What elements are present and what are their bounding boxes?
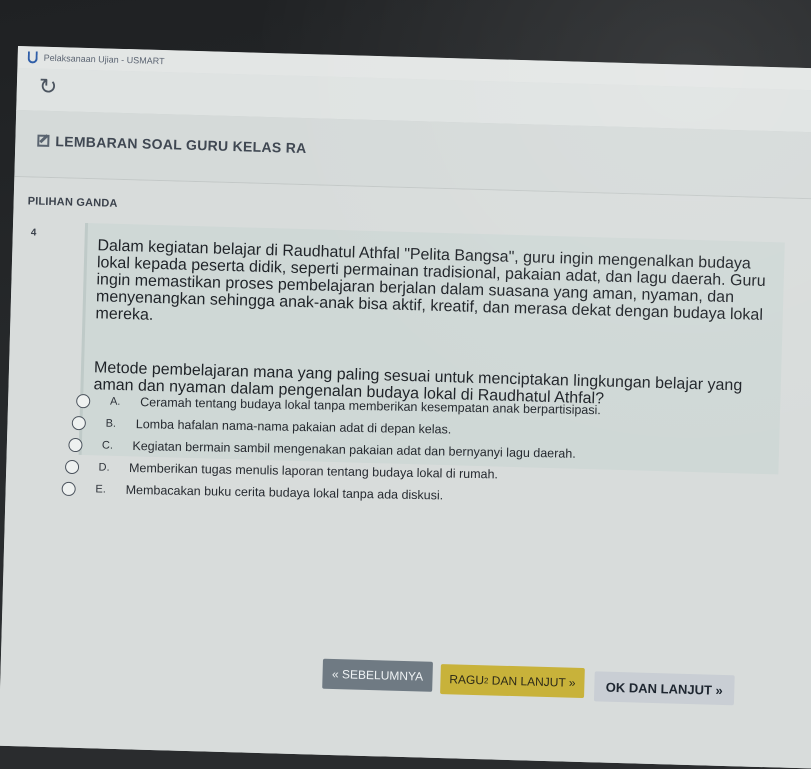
page-title-wrapper: LEMBARAN SOAL GURU KELAS RA <box>37 133 307 157</box>
option-letter: B. <box>105 417 117 430</box>
option-text[interactable]: Membacakan buku cerita budaya lokal tanp… <box>126 483 444 503</box>
reload-icon[interactable]: ↻ <box>39 75 58 101</box>
ragu-dan-lanjut-button[interactable]: RAGU 2 DAN LANJUT » <box>440 664 585 699</box>
radio-option-e[interactable] <box>61 481 76 497</box>
page-title: LEMBARAN SOAL GURU KELAS RA <box>55 133 307 157</box>
window-title: Pelaksanaan Ujian - USMART <box>43 52 165 67</box>
ok-dan-lanjut-button[interactable]: OK DAN LANJUT » <box>593 671 735 706</box>
ragu-label: RAGU <box>449 672 485 688</box>
option-text[interactable]: Memberikan tugas menulis laporan tentang… <box>129 461 498 481</box>
option-letter: A. <box>109 395 121 408</box>
option-letter: C. <box>101 439 114 452</box>
radio-option-a[interactable] <box>76 394 91 409</box>
question-type-label: PILIHAN GANDA <box>27 195 118 210</box>
answer-options: A. Ceramah tentang budaya lokal tanpa me… <box>7 389 769 512</box>
option-text[interactable]: Lomba hafalan nama-nama pakaian adat di … <box>136 417 452 437</box>
radio-option-c[interactable] <box>68 437 83 453</box>
option-letter: E. <box>95 483 106 496</box>
app-logo-icon <box>27 51 38 64</box>
option-letter: D. <box>98 461 110 474</box>
question-text: Dalam kegiatan belajar di Raudhatul Athf… <box>95 237 766 324</box>
radio-option-b[interactable] <box>71 415 86 431</box>
radio-option-d[interactable] <box>64 459 80 475</box>
previous-button[interactable]: « SEBELUMNYA <box>322 658 433 692</box>
question-number: 4 <box>30 227 37 239</box>
question-content: PILIHAN GANDA 4 Dalam kegiatan belajar d… <box>0 176 811 769</box>
browser-screen: Pelaksanaan Ujian - USMART ↻ LEMBARAN SO… <box>0 46 811 769</box>
edit-icon <box>37 134 50 147</box>
ragu-suffix: DAN LANJUT » <box>488 673 576 690</box>
